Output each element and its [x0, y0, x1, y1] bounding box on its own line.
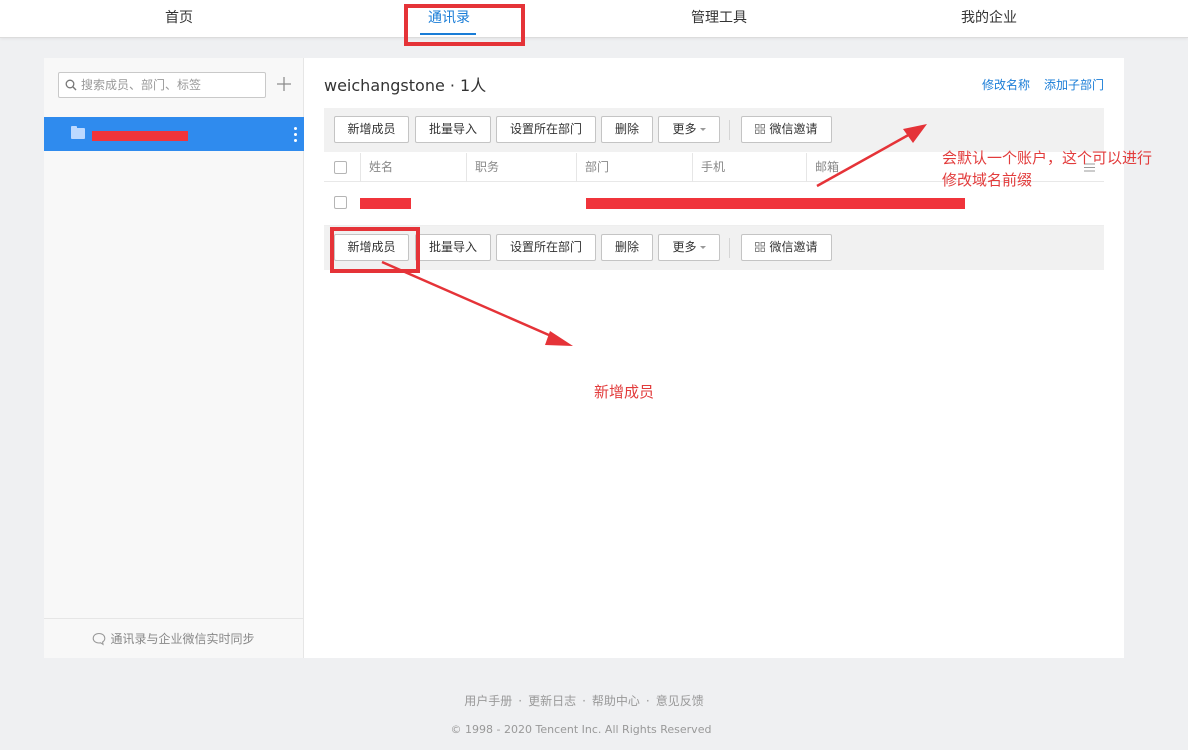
more-dropdown[interactable]: 更多 — [658, 234, 720, 261]
delete-button[interactable]: 删除 — [601, 234, 653, 261]
footer-link-changelog[interactable]: 更新日志 — [528, 694, 576, 708]
footer-link-feedback[interactable]: 意见反馈 — [656, 694, 704, 708]
department-links: 修改名称 添加子部门 — [968, 76, 1104, 93]
annotation-line-2: 修改域名前缀 — [942, 171, 1033, 189]
column-name: 姓名 — [360, 153, 393, 182]
annotation-line-1: 会默认一个账户，这个可以进行 — [942, 149, 1153, 167]
annotation-add-member-note: 新增成员 — [594, 383, 655, 401]
redaction-mark — [360, 198, 411, 209]
chat-bubble-icon — [93, 632, 106, 646]
add-subdepartment-link[interactable]: 添加子部门 — [1044, 78, 1104, 92]
folder-icon — [71, 126, 85, 139]
annotation-highlight-contacts — [404, 4, 525, 46]
batch-import-button[interactable]: 批量导入 — [415, 234, 491, 261]
more-vertical-icon[interactable] — [294, 127, 297, 142]
department-sidebar: 通讯录与企业微信实时同步 — [44, 58, 304, 658]
top-nav: 首页 通讯录 管理工具 我的企业 — [0, 0, 1188, 38]
column-phone: 手机 — [692, 153, 725, 182]
department-item-selected[interactable] — [44, 117, 304, 151]
redaction-mark — [586, 198, 965, 209]
annotation-highlight-add-member — [330, 227, 420, 273]
footer-link-manual[interactable]: 用户手册 — [464, 694, 512, 708]
set-department-button[interactable]: 设置所在部门 — [496, 116, 596, 143]
nav-home[interactable]: 首页 — [119, 0, 239, 37]
sync-text: 通讯录与企业微信实时同步 — [110, 632, 255, 646]
wechat-invite-button[interactable]: 微信邀请 — [741, 116, 832, 143]
more-dropdown[interactable]: 更多 — [658, 116, 720, 143]
add-member-button[interactable]: 新增成员 — [334, 116, 409, 143]
toolbar-top: 新增成员 批量导入 设置所在部门 删除 更多 微信邀请 — [324, 108, 1104, 152]
search-field[interactable] — [58, 72, 266, 98]
more-label: 更多 — [672, 240, 697, 254]
copyright: © 1998 - 2020 Tencent Inc. All Rights Re… — [450, 723, 712, 736]
annotation-account-note: 会默认一个账户，这个可以进行 修改域名前缀 — [942, 147, 1152, 191]
search-icon — [65, 79, 77, 91]
footer-links: 用户手册 · 更新日志 · 帮助中心 · 意见反馈 — [464, 694, 704, 708]
toolbar-divider — [729, 120, 730, 140]
sync-footer: 通讯录与企业微信实时同步 — [44, 618, 303, 658]
department-title: weichangstone · 1人 — [324, 76, 487, 95]
redaction-mark — [92, 131, 188, 141]
caret-down-icon — [699, 128, 706, 131]
more-label: 更多 — [672, 122, 697, 136]
row-checkbox[interactable] — [334, 196, 347, 209]
column-email: 邮箱 — [806, 153, 839, 182]
rename-link[interactable]: 修改名称 — [982, 78, 1030, 92]
delete-button[interactable]: 删除 — [601, 116, 653, 143]
wechat-invite-label: 微信邀请 — [769, 240, 818, 254]
wechat-invite-label: 微信邀请 — [769, 122, 818, 136]
qr-code-icon — [755, 242, 766, 252]
set-department-button[interactable]: 设置所在部门 — [496, 234, 596, 261]
nav-my-company[interactable]: 我的企业 — [929, 0, 1049, 37]
search-input[interactable] — [81, 75, 261, 95]
toolbar-bottom: 新增成员 批量导入 设置所在部门 删除 更多 微信邀请 — [324, 226, 1104, 270]
column-title: 职务 — [466, 153, 499, 182]
batch-import-button[interactable]: 批量导入 — [415, 116, 491, 143]
nav-management-tools[interactable]: 管理工具 — [659, 0, 779, 37]
qr-code-icon — [755, 124, 766, 134]
column-department: 部门 — [576, 153, 609, 182]
wechat-invite-button[interactable]: 微信邀请 — [741, 234, 832, 261]
footer-link-help[interactable]: 帮助中心 — [592, 694, 640, 708]
toolbar-divider — [729, 238, 730, 258]
select-all-checkbox[interactable] — [334, 161, 347, 174]
add-department-icon[interactable] — [274, 74, 294, 94]
caret-down-icon — [699, 246, 706, 249]
